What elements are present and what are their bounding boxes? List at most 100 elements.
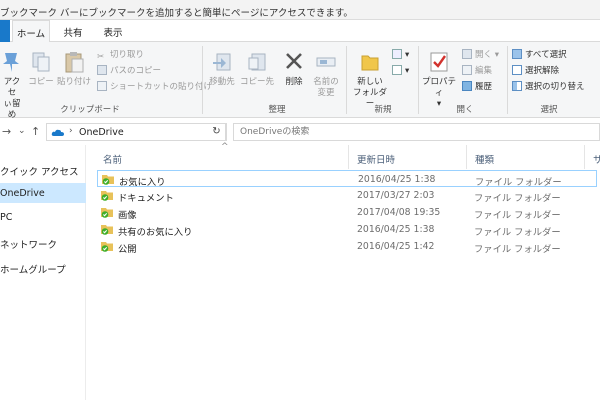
nav-item-network[interactable]: ネットワーク <box>0 232 86 252</box>
file-modified-date: 2016/04/25 1:38 <box>357 224 435 235</box>
select-all-button[interactable]: すべて選択 <box>512 49 567 62</box>
recent-locations-chevron-icon[interactable]: ⌄ <box>18 126 26 136</box>
nav-item-homegroup[interactable]: ホームグループ <box>0 257 86 277</box>
folder-synced-icon <box>102 175 114 185</box>
file-name: 共有のお気に入り <box>118 227 193 238</box>
table-row[interactable]: ドキュメント 2017/03/27 2:03 ファイル フォルダー <box>97 187 597 204</box>
rename-label-line2: 変更 <box>317 88 335 98</box>
easy-access-button[interactable]: ▾ <box>392 65 409 78</box>
easy-access-icon <box>392 65 402 75</box>
copy-button[interactable]: コピー <box>27 50 55 88</box>
pin-label-line2: ぃ留め <box>3 99 21 120</box>
tab-file[interactable] <box>0 20 10 42</box>
ribbon-tabs: ホーム 共有 表示 <box>0 20 600 43</box>
paste-shortcut-button[interactable]: ショートカットの貼り付け <box>97 81 212 94</box>
tab-share[interactable]: 共有 <box>58 20 88 42</box>
new-item-button[interactable]: ▾ <box>392 49 409 62</box>
file-name: ドキュメント <box>118 193 174 204</box>
paste-button[interactable]: 貼り付け <box>57 50 91 88</box>
address-path-box[interactable]: › OneDrive <box>46 123 226 141</box>
group-label-new: 新規 <box>374 105 392 115</box>
nav-item-quick-access[interactable]: クイック アクセス <box>0 159 86 179</box>
file-type: ファイル フォルダー <box>474 210 561 221</box>
delete-label: 削除 <box>285 77 303 87</box>
move-to-button[interactable]: 移動先 <box>205 50 239 88</box>
search-box <box>233 123 600 141</box>
folder-synced-icon <box>101 191 113 201</box>
file-type: ファイル フォルダー <box>474 193 561 204</box>
select-all-icon <box>512 49 522 59</box>
nav-item-onedrive[interactable]: OneDrive <box>0 183 86 203</box>
dropdown-chevron-icon: ▾ <box>405 66 410 76</box>
folder-synced-icon <box>101 208 113 218</box>
folder-synced-icon <box>101 225 113 235</box>
delete-button[interactable]: 削除 <box>280 50 308 88</box>
tab-home[interactable]: ホーム <box>12 20 50 43</box>
cut-label: 切り取り <box>110 50 145 60</box>
file-modified-date: 2016/04/25 1:38 <box>358 174 436 185</box>
table-row[interactable]: お気に入り 2016/04/25 1:38 ファイル フォルダー <box>97 170 597 188</box>
column-header-name[interactable]: 名前 <box>95 145 349 169</box>
search-input[interactable] <box>234 124 594 140</box>
file-modified-date: 2016/04/25 1:42 <box>357 241 435 252</box>
breadcrumb-chevron-icon: › <box>69 126 73 136</box>
move-to-label: 移動先 <box>209 77 235 87</box>
paste-shortcut-icon <box>97 81 107 91</box>
move-to-icon <box>213 53 231 71</box>
column-header-size[interactable]: サ <box>585 145 600 169</box>
forward-arrow-icon[interactable]: → <box>2 125 11 138</box>
select-none-button[interactable]: 選択解除 <box>512 65 559 78</box>
copy-path-button[interactable]: パスのコピー <box>97 65 161 78</box>
group-divider <box>202 46 203 114</box>
properties-button[interactable]: プロパティ ▾ <box>420 50 458 110</box>
file-type: ファイル フォルダー <box>475 177 562 188</box>
dropdown-chevron-icon: ▾ <box>405 50 410 60</box>
onedrive-cloud-icon <box>51 129 64 136</box>
copy-to-icon <box>248 53 266 71</box>
address-bar: → ⌄ ↑ › OneDrive ↻ <box>0 121 600 143</box>
history-button[interactable]: 履歴 <box>462 81 492 94</box>
copy-path-icon <box>97 65 107 75</box>
up-arrow-icon[interactable]: ↑ <box>31 125 40 138</box>
table-row[interactable]: 画像 2017/04/08 19:35 ファイル フォルダー <box>97 204 597 221</box>
new-folder-label-line1: 新しい <box>357 77 383 87</box>
new-folder-icon <box>361 55 379 71</box>
open-label: 開く <box>475 50 493 60</box>
column-header-type[interactable]: 種類 <box>467 145 585 169</box>
file-type: ファイル フォルダー <box>474 227 561 238</box>
table-row[interactable]: 共有のお気に入り 2016/04/25 1:38 ファイル フォルダー <box>97 221 597 238</box>
ribbon: アクセ ぃ留め コピー 貼り付け ✂ 切り取り パスのコピー ショートカットの貼り… <box>0 42 600 121</box>
select-none-icon <box>512 65 522 75</box>
pin-label-line1: アクセ <box>3 77 21 98</box>
refresh-icon[interactable]: ↻ <box>207 123 227 141</box>
tab-view[interactable]: 表示 <box>98 20 128 42</box>
paste-icon <box>65 52 84 73</box>
pin-quick-access-button[interactable]: アクセ ぃ留め <box>0 50 24 121</box>
delete-x-icon <box>286 53 302 69</box>
file-list: ^ 名前 更新日時 種類 サ お気に入り 2016/04/25 1:38 ファイル … <box>87 142 600 400</box>
file-type: ファイル フォルダー <box>474 244 561 255</box>
rename-button[interactable]: 名前の 変更 <box>309 50 343 99</box>
select-all-label: すべて選択 <box>525 50 567 60</box>
pin-icon <box>3 53 19 72</box>
open-button[interactable]: 開く ▾ <box>462 49 499 62</box>
copy-icon <box>32 52 50 72</box>
copy-to-button[interactable]: コピー先 <box>240 50 274 88</box>
column-header-date[interactable]: 更新日時 <box>349 145 467 169</box>
group-label-open: 開く <box>456 105 474 115</box>
table-row[interactable]: 公開 2016/04/25 1:42 ファイル フォルダー <box>97 238 597 255</box>
edit-button[interactable]: 編集 <box>462 65 492 78</box>
edit-icon <box>462 65 472 75</box>
new-item-icon <box>392 49 402 59</box>
file-name: 公開 <box>118 244 137 255</box>
address-path-text: OneDrive <box>79 127 124 138</box>
open-icon <box>462 49 472 59</box>
cut-button[interactable]: ✂ 切り取り <box>97 49 144 62</box>
new-folder-button[interactable]: 新しい フォルダー <box>350 50 390 110</box>
properties-check-icon <box>430 52 448 72</box>
nav-item-pc[interactable]: PC <box>0 207 86 227</box>
navigation-pane: クイック アクセス OneDrive PC ネットワーク ホームグループ <box>0 145 86 400</box>
invert-selection-button[interactable]: 選択の切り替え <box>512 81 585 94</box>
bookmark-bar-hint: ブックマーク バーにブックマークを追加すると簡単にページにアクセスできます。 <box>0 0 600 20</box>
paste-label: 貼り付け <box>57 77 92 87</box>
